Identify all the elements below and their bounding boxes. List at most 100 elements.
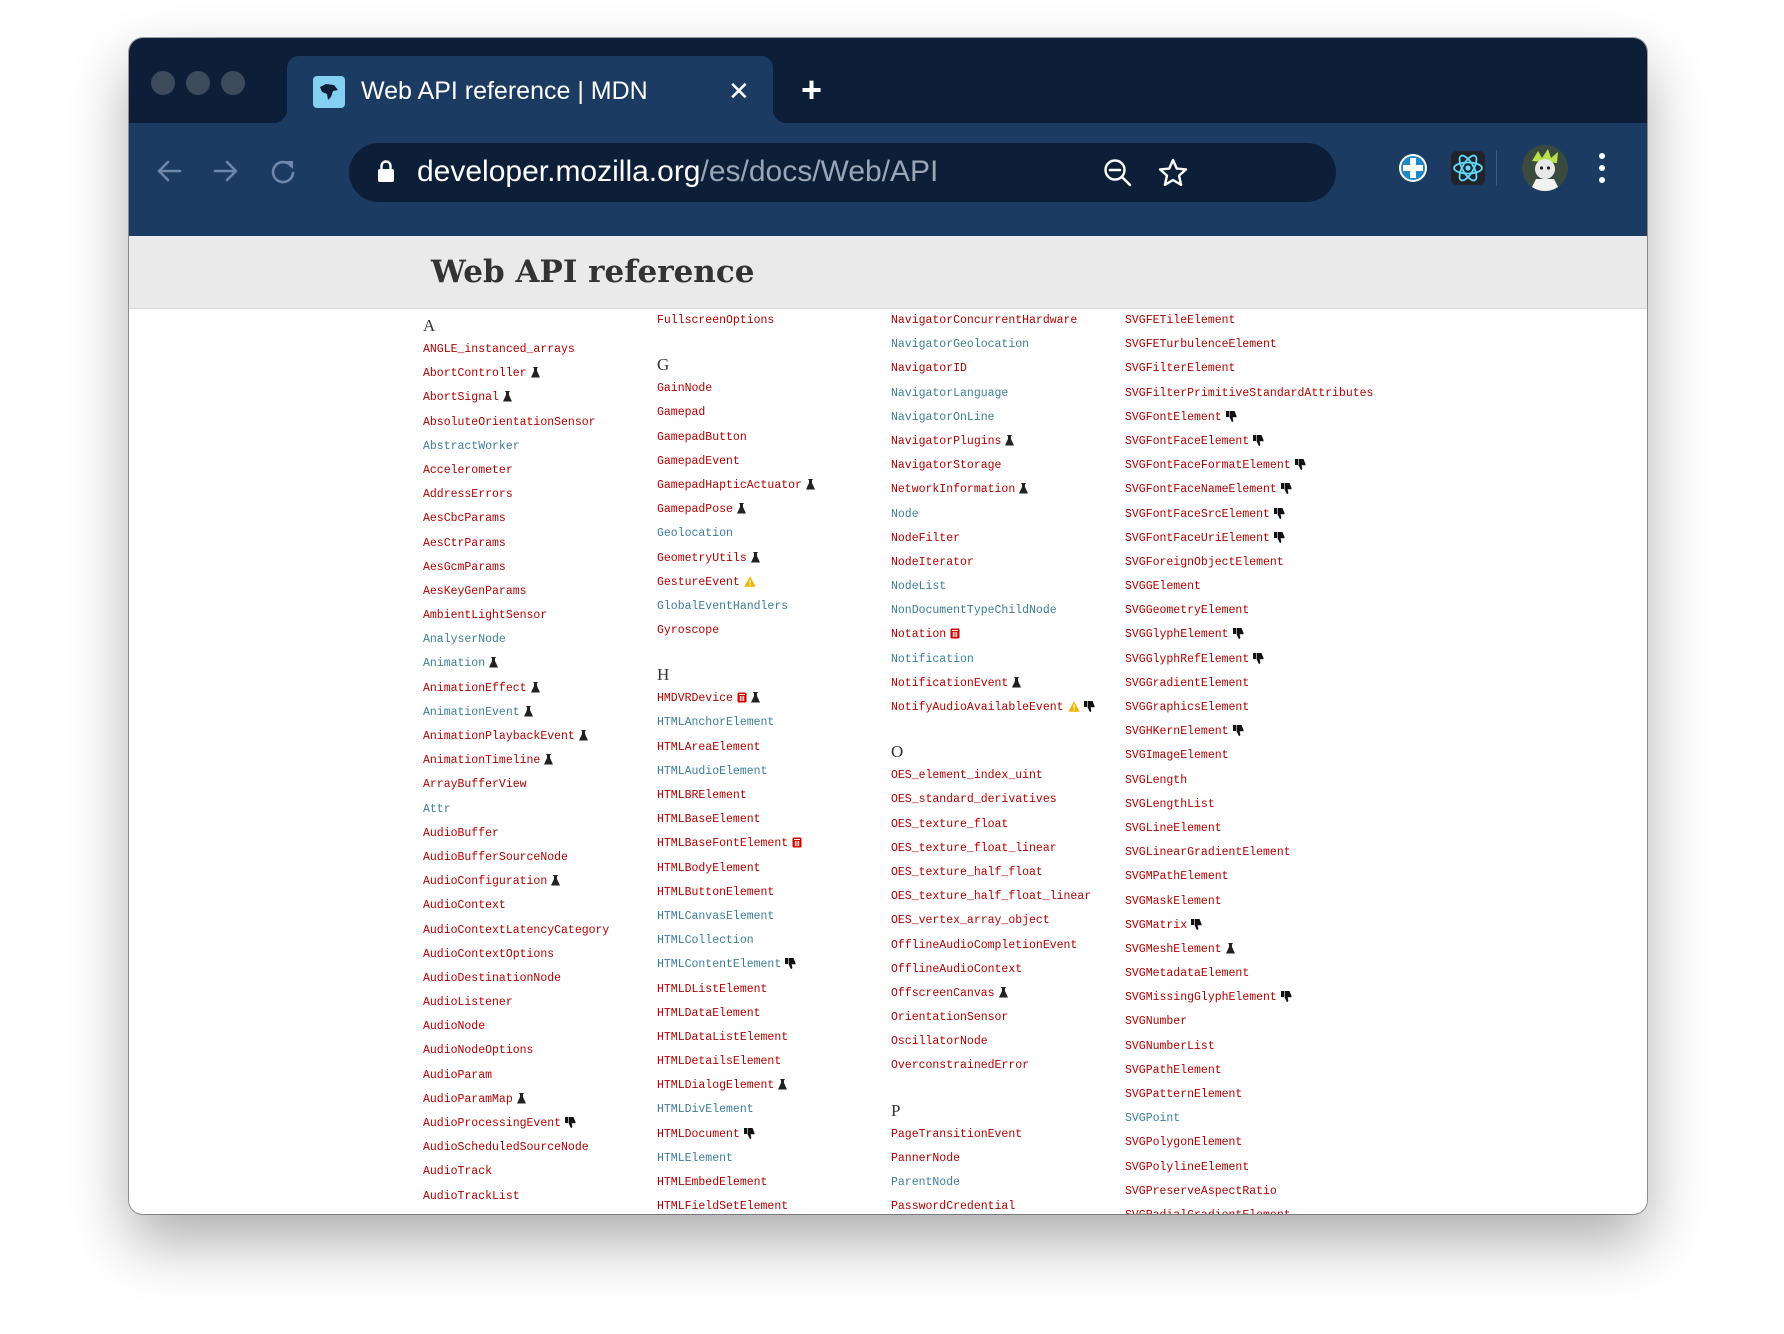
api-link[interactable]: Attr xyxy=(423,803,451,816)
api-link[interactable]: NavigatorConcurrentHardware xyxy=(891,314,1077,327)
api-link[interactable]: AesCbcParams xyxy=(423,512,506,525)
api-link[interactable]: SVGRadialGradientElement xyxy=(1125,1209,1291,1214)
api-link[interactable]: AudioContext xyxy=(423,899,506,912)
reload-icon[interactable] xyxy=(263,151,303,191)
api-link[interactable]: SVGGlyphElement xyxy=(1125,628,1229,641)
api-link[interactable]: GamepadPose xyxy=(657,503,733,516)
api-link[interactable]: SVGImageElement xyxy=(1125,749,1229,762)
api-link[interactable]: SVGNumber xyxy=(1125,1015,1187,1028)
api-link[interactable]: SVGGraphicsElement xyxy=(1125,701,1249,714)
api-link[interactable]: SVGHKernElement xyxy=(1125,725,1229,738)
api-link[interactable]: AddressErrors xyxy=(423,488,513,501)
api-link[interactable]: HTMLAnchorElement xyxy=(657,716,774,729)
api-link[interactable]: NavigatorOnLine xyxy=(891,411,995,424)
api-link[interactable]: AudioDestinationNode xyxy=(423,972,561,985)
api-link[interactable]: ANGLE_instanced_arrays xyxy=(423,343,575,356)
zoom-out-icon[interactable] xyxy=(1102,157,1134,189)
api-link[interactable]: AudioScheduledSourceNode xyxy=(423,1141,589,1154)
api-link[interactable]: SVGMPathElement xyxy=(1125,870,1229,883)
api-link[interactable]: HTMLDataListElement xyxy=(657,1031,788,1044)
star-icon[interactable] xyxy=(1157,157,1189,189)
close-window-button[interactable] xyxy=(151,71,175,95)
api-link[interactable]: HTMLDetailsElement xyxy=(657,1055,781,1068)
api-link[interactable]: SVGGElement xyxy=(1125,580,1201,593)
api-link[interactable]: NodeIterator xyxy=(891,556,974,569)
api-link[interactable]: AudioContextOptions xyxy=(423,948,554,961)
api-link[interactable]: Animation xyxy=(423,657,485,670)
api-link[interactable]: HTMLDocument xyxy=(657,1128,740,1141)
api-link[interactable]: SVGGradientElement xyxy=(1125,677,1249,690)
api-link[interactable]: HTMLDivElement xyxy=(657,1103,754,1116)
tab-close-icon[interactable]: ✕ xyxy=(728,74,750,108)
api-link[interactable]: FullscreenOptions xyxy=(657,314,774,327)
api-link[interactable]: AnimationTimeline xyxy=(423,754,540,767)
api-link[interactable]: NavigatorStorage xyxy=(891,459,1001,472)
api-link[interactable]: OES_standard_derivatives xyxy=(891,793,1057,806)
api-link[interactable]: AbstractWorker xyxy=(423,440,520,453)
api-link[interactable]: GamepadHapticActuator xyxy=(657,479,802,492)
api-link[interactable]: SVGGlyphRefElement xyxy=(1125,653,1249,666)
lock-icon[interactable] xyxy=(377,159,395,188)
api-link[interactable]: AnimationPlaybackEvent xyxy=(423,730,575,743)
api-link[interactable]: AudioBufferSourceNode xyxy=(423,851,568,864)
minimize-window-button[interactable] xyxy=(186,71,210,95)
api-link[interactable]: SVGMeshElement xyxy=(1125,943,1222,956)
api-link[interactable]: Gyroscope xyxy=(657,624,719,637)
api-link[interactable]: GlobalEventHandlers xyxy=(657,600,788,613)
api-link[interactable]: OverconstrainedError xyxy=(891,1059,1029,1072)
api-link[interactable]: HTMLBRElement xyxy=(657,789,747,802)
api-link[interactable]: AesCtrParams xyxy=(423,537,506,550)
extension-plus-icon[interactable] xyxy=(1395,150,1431,186)
api-link[interactable]: SVGFontElement xyxy=(1125,411,1222,424)
api-link[interactable]: SVGForeignObjectElement xyxy=(1125,556,1284,569)
api-link[interactable]: SVGPoint xyxy=(1125,1112,1180,1125)
api-link[interactable]: SVGFilterPrimitiveStandardAttributes xyxy=(1125,387,1373,400)
api-link[interactable]: ParentNode xyxy=(891,1176,960,1189)
api-link[interactable]: HTMLBaseElement xyxy=(657,813,761,826)
api-link[interactable]: SVGLineElement xyxy=(1125,822,1222,835)
api-link[interactable]: AudioParam xyxy=(423,1069,492,1082)
new-tab-button[interactable]: + xyxy=(801,70,822,110)
api-link[interactable]: OffscreenCanvas xyxy=(891,987,995,1000)
api-link[interactable]: NavigatorID xyxy=(891,362,967,375)
api-link[interactable]: AesGcmParams xyxy=(423,561,506,574)
api-link[interactable]: GestureEvent xyxy=(657,576,740,589)
api-link[interactable]: HTMLBaseFontElement xyxy=(657,837,788,850)
api-link[interactable]: AesKeyGenParams xyxy=(423,585,527,598)
api-link[interactable]: HTMLCanvasElement xyxy=(657,910,774,923)
api-link[interactable]: AudioConfiguration xyxy=(423,875,547,888)
api-link[interactable]: OES_element_index_uint xyxy=(891,769,1043,782)
api-link[interactable]: SVGFontFaceElement xyxy=(1125,435,1249,448)
api-link[interactable]: HTMLDataElement xyxy=(657,1007,761,1020)
api-link[interactable]: SVGLengthList xyxy=(1125,798,1215,811)
api-link[interactable]: Notation xyxy=(891,628,946,641)
api-link[interactable]: SVGPolygonElement xyxy=(1125,1136,1242,1149)
api-link[interactable]: AudioProcessingEvent xyxy=(423,1117,561,1130)
api-link[interactable]: SVGLinearGradientElement xyxy=(1125,846,1291,859)
api-link[interactable]: GeometryUtils xyxy=(657,552,747,565)
api-link[interactable]: OES_texture_float_linear xyxy=(891,842,1057,855)
active-tab[interactable]: Web API reference | MDN ✕ xyxy=(273,56,787,123)
api-link[interactable]: AudioNodeOptions xyxy=(423,1044,533,1057)
api-link[interactable]: SVGMaskElement xyxy=(1125,895,1222,908)
api-link[interactable]: OfflineAudioContext xyxy=(891,963,1022,976)
api-link[interactable]: SVGFontFaceFormatElement xyxy=(1125,459,1291,472)
api-link[interactable]: NodeFilter xyxy=(891,532,960,545)
profile-avatar[interactable] xyxy=(1522,145,1568,191)
forward-arrow-icon[interactable] xyxy=(206,151,246,191)
api-link[interactable]: SVGPreserveAspectRatio xyxy=(1125,1185,1277,1198)
api-link[interactable]: HTMLDListElement xyxy=(657,983,767,996)
api-link[interactable]: ArrayBufferView xyxy=(423,778,527,791)
api-link[interactable]: HTMLEmbedElement xyxy=(657,1176,767,1189)
api-link[interactable]: SVGFontFaceSrcElement xyxy=(1125,508,1270,521)
back-arrow-icon[interactable] xyxy=(149,151,189,191)
api-link[interactable]: NavigatorPlugins xyxy=(891,435,1001,448)
api-link[interactable]: NonDocumentTypeChildNode xyxy=(891,604,1057,617)
api-link[interactable]: AbortSignal xyxy=(423,391,499,404)
api-link[interactable]: GainNode xyxy=(657,382,712,395)
api-link[interactable]: Node xyxy=(891,508,919,521)
api-link[interactable]: AnimationEffect xyxy=(423,682,527,695)
api-link[interactable]: AnalyserNode xyxy=(423,633,506,646)
api-link[interactable]: AbsoluteOrientationSensor xyxy=(423,416,596,429)
api-link[interactable]: NotifyAudioAvailableEvent xyxy=(891,701,1064,714)
